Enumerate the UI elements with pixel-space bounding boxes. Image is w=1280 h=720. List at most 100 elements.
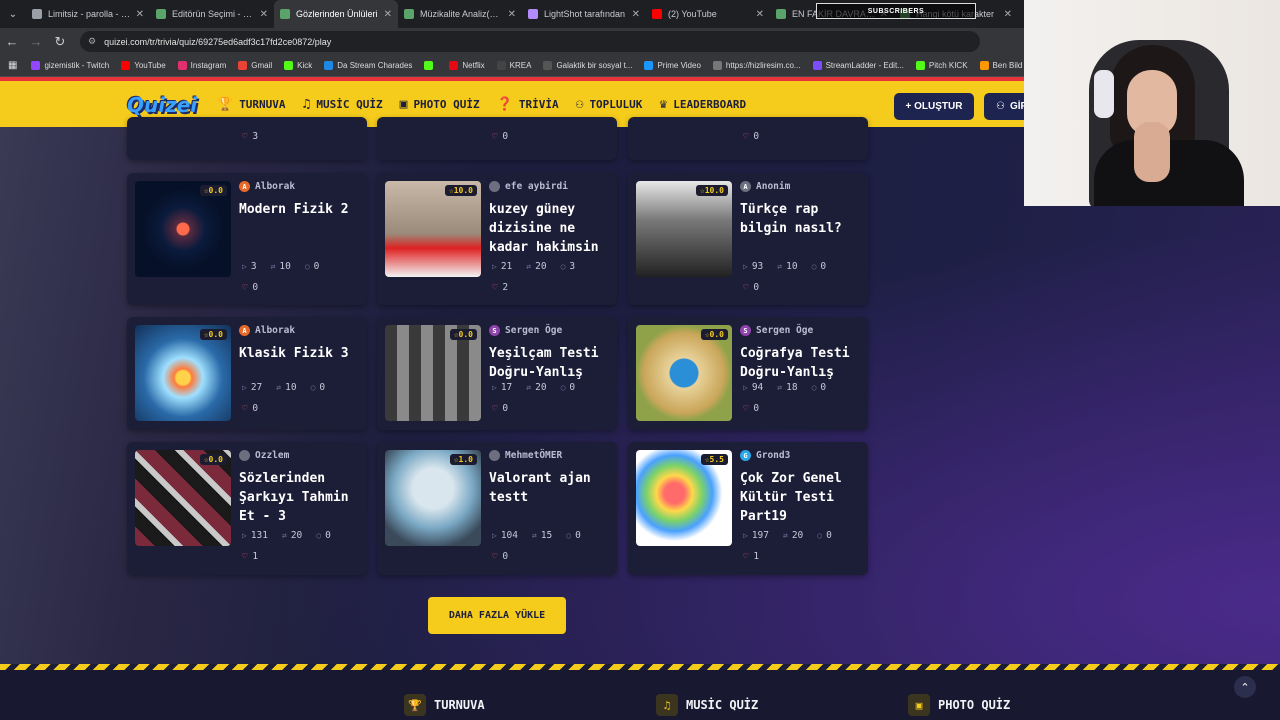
quiz-thumbnail[interactable]: ☆10.0	[636, 181, 732, 277]
bookmark-item[interactable]: Netflix	[449, 61, 485, 70]
quiz-author[interactable]: A Anonim	[740, 181, 790, 192]
quiz-card-partial[interactable]: ♡ 0	[377, 117, 617, 160]
bookmark-item[interactable]: Pitch KICK	[915, 61, 968, 70]
heart-icon[interactable]: ♡	[242, 404, 247, 414]
bookmark-item[interactable]: Kick	[284, 61, 312, 70]
quiz-card[interactable]: ☆10.0 A Anonim Türkçe rap bilgin nasıl? ▷ 93 ⇄…	[628, 173, 868, 305]
scroll-to-top-button[interactable]: ⌃	[1234, 676, 1256, 698]
quiz-card[interactable]: ☆1.0 MehmetÖMER Valorant ajan testt ▷ 104 ⇄ 15…	[377, 442, 617, 575]
quiz-thumbnail[interactable]: ☆0.0	[135, 450, 231, 546]
quiz-card[interactable]: ☆5.5 G Grond3 Çok Zor Genel Kültür Testi Pa…	[628, 442, 868, 575]
tab-search-button[interactable]: ⌄	[0, 0, 26, 28]
bookmark-label: KREA	[509, 61, 532, 70]
bookmark-item[interactable]: YouTube	[121, 61, 166, 70]
bookmark-item[interactable]: https://hizliresim.co...	[712, 61, 801, 70]
quiz-title[interactable]: Coğrafya Testi Doğru-Yanlış	[740, 344, 864, 382]
quiz-author[interactable]: Ozzlem	[239, 450, 289, 461]
quiz-card[interactable]: ☆0.0 S Sergen Öge Coğrafya Testi Doğru-Yanl…	[628, 317, 868, 430]
quiz-thumbnail[interactable]: ☆5.5	[636, 450, 732, 546]
bookmark-favicon-icon	[979, 61, 989, 70]
heart-icon[interactable]: ♡	[743, 552, 748, 562]
quiz-stats: ▷ 94 ⇄ 18 ○ 0	[743, 382, 840, 393]
tab-close-icon[interactable]: ✕	[136, 9, 144, 20]
quiz-author[interactable]: S Sergen Öge	[489, 325, 562, 336]
heart-icon[interactable]: ♡	[492, 552, 497, 562]
tab-close-icon[interactable]: ✕	[260, 9, 268, 20]
quiz-thumbnail[interactable]: ☆10.0	[385, 181, 481, 277]
heart-icon[interactable]: ♡	[242, 552, 247, 562]
browser-tab[interactable]: LightShot tarafından ✕	[522, 0, 646, 28]
forward-icon[interactable]: →	[24, 34, 48, 49]
bookmark-item[interactable]	[424, 61, 437, 70]
quiz-author[interactable]: efe aybirdi	[489, 181, 568, 192]
bookmark-item[interactable]: Gmail	[238, 61, 272, 70]
quiz-card[interactable]: ☆0.0 A Alborak Modern Fizik 2 ▷ 3 ⇄ 10 ○ 0 ♡ 0	[127, 173, 367, 305]
quiz-card-partial[interactable]: ♡ 0	[628, 117, 868, 160]
load-more-button[interactable]: DAHA FAZLA YÜKLE	[428, 597, 566, 634]
heart-icon[interactable]: ♡	[492, 283, 497, 293]
bookmark-item[interactable]: Galaktik bir sosyal t...	[543, 61, 632, 70]
url-field[interactable]: ⚙ quizei.com/tr/trivia/quiz/69275ed6adf3…	[80, 31, 980, 52]
quiz-title[interactable]: Sözlerinden Şarkıyı Tahmin Et - 3	[239, 469, 363, 526]
reload-icon[interactable]: ↻	[48, 34, 72, 50]
site-info-icon[interactable]: ⚙	[88, 36, 96, 47]
apps-icon[interactable]: ▦	[8, 60, 17, 71]
heart-icon[interactable]: ♡	[743, 404, 748, 414]
quiz-thumbnail[interactable]: ☆0.0	[135, 325, 231, 421]
bookmark-item[interactable]: Ben Bild	[979, 61, 1022, 70]
browser-tab[interactable]: Limitsiz - parolla - Ke ✕	[26, 0, 150, 28]
quiz-title[interactable]: kuzey güney dizisine ne kadar hakimsin	[489, 200, 613, 257]
browser-tab[interactable]: Gözlerinden Ünlüleri ✕	[274, 0, 398, 28]
browser-tab[interactable]: Editörün Seçimi - Tur ✕	[150, 0, 274, 28]
bookmark-item[interactable]: StreamLadder - Edit...	[812, 61, 904, 70]
comment-icon: ○	[310, 383, 316, 392]
site-logo[interactable]: Quizei	[127, 93, 197, 117]
quiz-title[interactable]: Modern Fizik 2	[239, 200, 363, 219]
quiz-author[interactable]: A Alborak	[239, 181, 295, 192]
bookmark-item[interactable]: gizemistik - Twitch	[31, 61, 109, 70]
quiz-title[interactable]: Yeşilçam Testi Doğru-Yanlış	[489, 344, 613, 382]
comment-icon: ○	[316, 531, 322, 540]
back-icon[interactable]: ←	[0, 34, 24, 49]
quiz-card-partial[interactable]: ♡ 3	[127, 117, 367, 160]
tab-close-icon[interactable]: ✕	[508, 9, 516, 20]
stat-comments: ○ 0	[316, 530, 331, 541]
tab-close-icon[interactable]: ✕	[1004, 9, 1012, 20]
create-button[interactable]: + OLUŞTUR	[894, 93, 974, 120]
bookmark-item[interactable]: KREA	[496, 61, 532, 70]
quiz-card[interactable]: ☆0.0 A Alborak Klasik Fizik 3 ▷ 27 ⇄ 10 ○ 0 ♡ 0	[127, 317, 367, 430]
bookmark-item[interactable]: Prime Video	[644, 61, 701, 70]
quiz-thumbnail[interactable]: ☆0.0	[636, 325, 732, 421]
footer-link[interactable]: 🏆 TURNUVA	[404, 694, 485, 716]
quiz-thumbnail[interactable]: ☆0.0	[135, 181, 231, 277]
tab-close-icon[interactable]: ✕	[632, 9, 640, 20]
quiz-author[interactable]: S Sergen Öge	[740, 325, 813, 336]
quiz-title[interactable]: Çok Zor Genel Kültür Testi Part19	[740, 469, 864, 526]
browser-tab[interactable]: (2) YouTube ✕	[646, 0, 770, 28]
quiz-title[interactable]: Türkçe rap bilgin nasıl?	[740, 200, 864, 238]
heart-icon[interactable]: ♡	[743, 283, 748, 293]
tab-close-icon[interactable]: ✕	[384, 9, 392, 20]
tab-close-icon[interactable]: ✕	[756, 9, 764, 20]
bookmark-item[interactable]: Da Stream Charades	[324, 61, 412, 70]
footer-link[interactable]: ♫ MUSİC QUİZ	[656, 694, 758, 716]
avatar: A	[740, 181, 751, 192]
camera-icon: ▣	[399, 96, 408, 112]
browser-tab[interactable]: Müzikalite Analiz(SAB ✕	[398, 0, 522, 28]
quiz-card[interactable]: ☆0.0 S Sergen Öge Yeşilçam Testi Doğru-Yanl…	[377, 317, 617, 430]
heart-icon[interactable]: ♡	[492, 404, 497, 414]
quiz-author[interactable]: G Grond3	[740, 450, 790, 461]
heart-icon[interactable]: ♡	[242, 283, 247, 293]
quiz-thumbnail[interactable]: ☆0.0	[385, 325, 481, 421]
footer-link-label: PHOTO QUİZ	[938, 698, 1011, 712]
quiz-author[interactable]: MehmetÖMER	[489, 450, 562, 461]
footer-link[interactable]: ▣ PHOTO QUİZ	[908, 694, 1010, 716]
quiz-thumbnail[interactable]: ☆1.0	[385, 450, 481, 546]
quiz-card[interactable]: ☆0.0 Ozzlem Sözlerinden Şarkıyı Tahmin Et …	[127, 442, 367, 575]
bookmark-item[interactable]: Instagram	[177, 61, 226, 70]
quiz-author[interactable]: A Alborak	[239, 325, 295, 336]
quiz-card[interactable]: ☆10.0 efe aybirdi kuzey güney dizisine ne …	[377, 173, 617, 305]
quiz-title[interactable]: Klasik Fizik 3	[239, 344, 363, 363]
quiz-title[interactable]: Valorant ajan testt	[489, 469, 613, 507]
questions-icon: ⇄	[276, 383, 282, 392]
